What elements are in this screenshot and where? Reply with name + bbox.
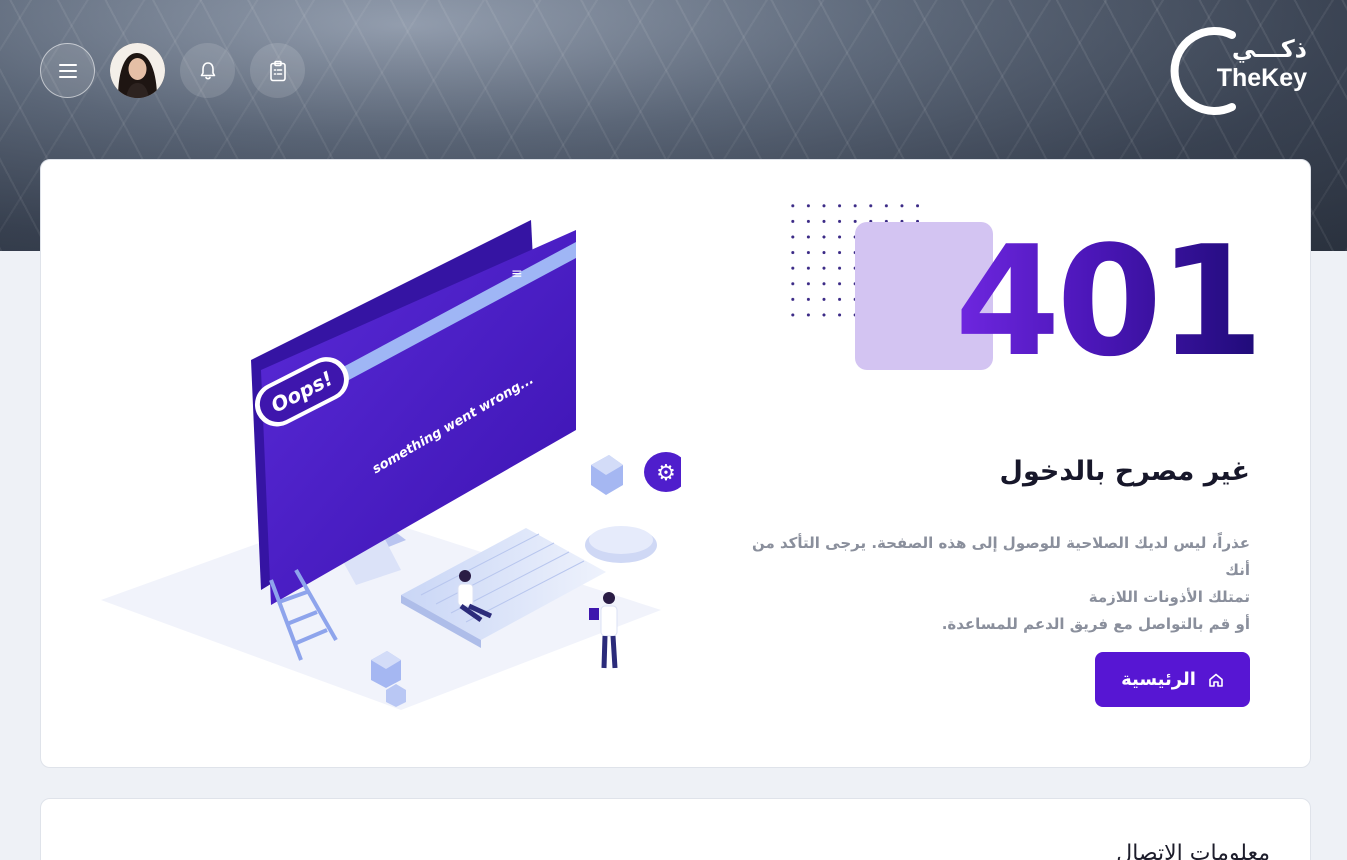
top-toolbar [40,43,305,98]
logo-arabic-text: ذكـــي [1231,35,1307,63]
error-description: عذراً، ليس لديك الصلاحية للوصول إلى هذه … [730,530,1250,638]
menu-button[interactable] [40,43,95,98]
thekey-logo[interactable]: ذكـــي TheKey [1170,27,1307,115]
home-button[interactable]: الرئيسية [1095,652,1250,707]
error-description-line: تمتلك الأذونات اللازمة [1088,588,1250,606]
error-code: 401 [954,213,1264,390]
error-code-graphic: 401 [785,198,1264,398]
clipboard-icon [269,60,286,81]
error-title: غير مصرح بالدخول [999,456,1250,487]
tasks-button[interactable] [250,43,305,98]
hamburger-menu-icon [58,63,77,78]
error-card: ≡ Oops! something went wrong... ⚙ 401 غي… [40,159,1311,768]
error-description-line: أو قم بالتواصل مع فريق الدعم للمساعدة. [941,615,1250,633]
svg-text:≡: ≡ [511,266,523,282]
home-button-label: الرئيسية [1121,669,1196,690]
error-illustration: ≡ Oops! something went wrong... ⚙ [101,210,702,710]
error-description-line: عذراً، ليس لديك الصلاحية للوصول إلى هذه … [752,534,1250,579]
user-avatar[interactable] [110,43,165,98]
logo-english-text: TheKey [1216,64,1307,92]
contact-info-title: معلومات الاتصال [1116,841,1270,860]
svg-text:⚙: ⚙ [656,461,676,486]
home-icon [1209,673,1223,687]
contact-info-card: معلومات الاتصال [40,798,1311,860]
notifications-button[interactable] [180,43,235,98]
bell-icon [200,61,215,79]
